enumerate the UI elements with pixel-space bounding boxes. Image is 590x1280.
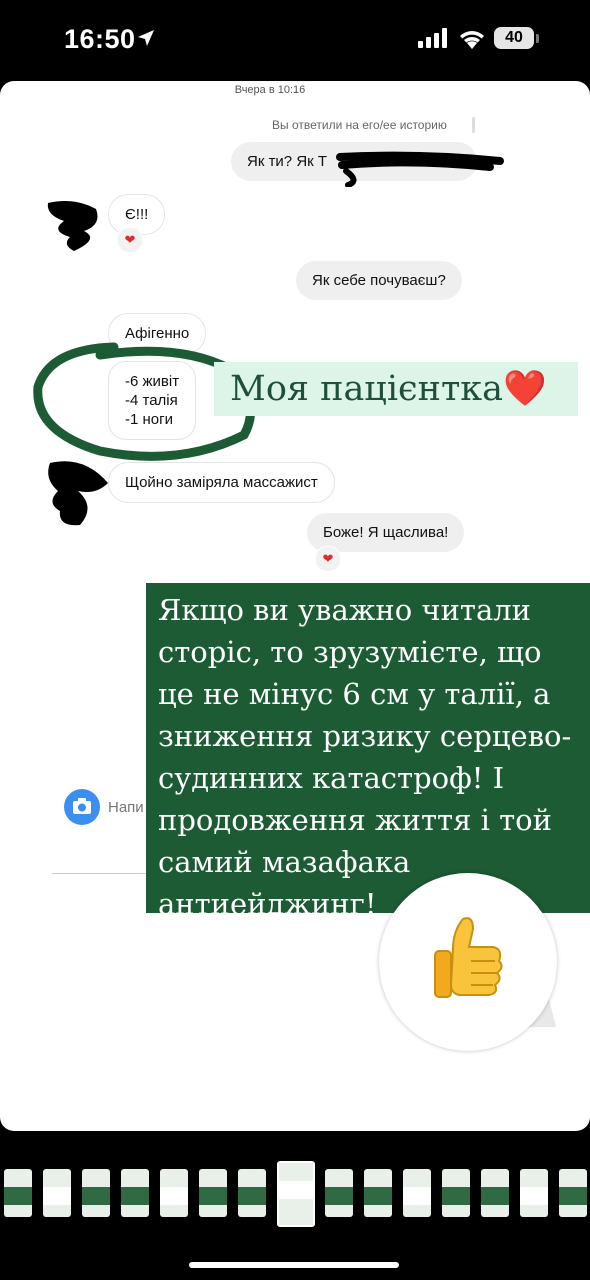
reply-note: Вы ответили на его/ее историю (272, 118, 447, 132)
thumbnail-preview (279, 1181, 313, 1199)
reply-indicator (472, 117, 475, 133)
status-bar: 16:50 40 (0, 0, 590, 80)
battery-indicator: 40 (494, 27, 534, 49)
overlay-note: Якщо ви уважно читали сторіс, то зрузумі… (146, 583, 590, 921)
overlay-title: Моя пацієнтка❤️ (214, 362, 578, 416)
message-bubble-out: Як себе почуваєш? (296, 261, 462, 300)
story-thumbnail[interactable] (442, 1169, 470, 1217)
thumbnail-preview (520, 1187, 548, 1205)
avatar-scribble (48, 461, 108, 526)
heart-reaction-icon[interactable]: ❤ (117, 227, 143, 253)
thumbnail-preview (4, 1187, 32, 1205)
story-frame[interactable]: Вчера в 10:16 Вы ответили на его/ее исто… (0, 81, 590, 1131)
thumbnail-preview (121, 1187, 149, 1205)
story-thumbnail[interactable] (199, 1169, 227, 1217)
thumbnail-preview (442, 1187, 470, 1205)
story-thumbnail[interactable] (520, 1169, 548, 1217)
input-placeholder: Напи (108, 799, 144, 816)
redaction-scribble (336, 151, 504, 187)
story-thumbnail[interactable] (403, 1169, 431, 1217)
story-thumbnail[interactable] (160, 1169, 188, 1217)
story-thumbnail[interactable] (364, 1169, 392, 1217)
thumbnail-preview (238, 1187, 266, 1205)
wifi-icon (460, 31, 484, 49)
home-indicator[interactable] (189, 1262, 399, 1268)
thumbnail-preview (559, 1187, 587, 1205)
thumbnail-preview (160, 1187, 188, 1205)
thumbnail-preview (364, 1187, 392, 1205)
thumbnail-preview (199, 1187, 227, 1205)
avatar-scribble (47, 201, 98, 251)
battery-tip (536, 34, 539, 43)
thumbnail-preview (82, 1187, 110, 1205)
thumbnail-preview (43, 1187, 71, 1205)
camera-icon[interactable] (64, 789, 100, 825)
message-bubble-in: Щойно заміряла массажист (108, 462, 335, 503)
story-thumbnail[interactable] (82, 1169, 110, 1217)
location-arrow-icon (138, 30, 154, 46)
story-thumbnail-strip[interactable] (0, 1159, 590, 1231)
cellular-signal-icon (418, 28, 447, 48)
story-thumbnail[interactable] (277, 1161, 315, 1227)
story-thumbnail[interactable] (43, 1169, 71, 1217)
story-thumbnail[interactable] (4, 1169, 32, 1217)
thumbnail-preview (325, 1187, 353, 1205)
thumbs-up-icon (434, 917, 503, 998)
thumbnail-preview (403, 1187, 431, 1205)
story-thumbnail[interactable] (325, 1169, 353, 1217)
story-thumbnail[interactable] (481, 1169, 509, 1217)
story-thumbnail[interactable] (121, 1169, 149, 1217)
divider (52, 873, 152, 874)
story-thumbnail[interactable] (238, 1169, 266, 1217)
thumbnail-preview (481, 1187, 509, 1205)
story-thumbnail[interactable] (559, 1169, 587, 1217)
heart-emoji-icon: ❤️ (503, 369, 547, 409)
chat-timestamp: Вчера в 10:16 (234, 84, 306, 96)
thumbs-up-sticker[interactable] (379, 873, 557, 1051)
heart-reaction-icon[interactable]: ❤ (315, 546, 341, 572)
status-time: 16:50 (64, 24, 136, 54)
